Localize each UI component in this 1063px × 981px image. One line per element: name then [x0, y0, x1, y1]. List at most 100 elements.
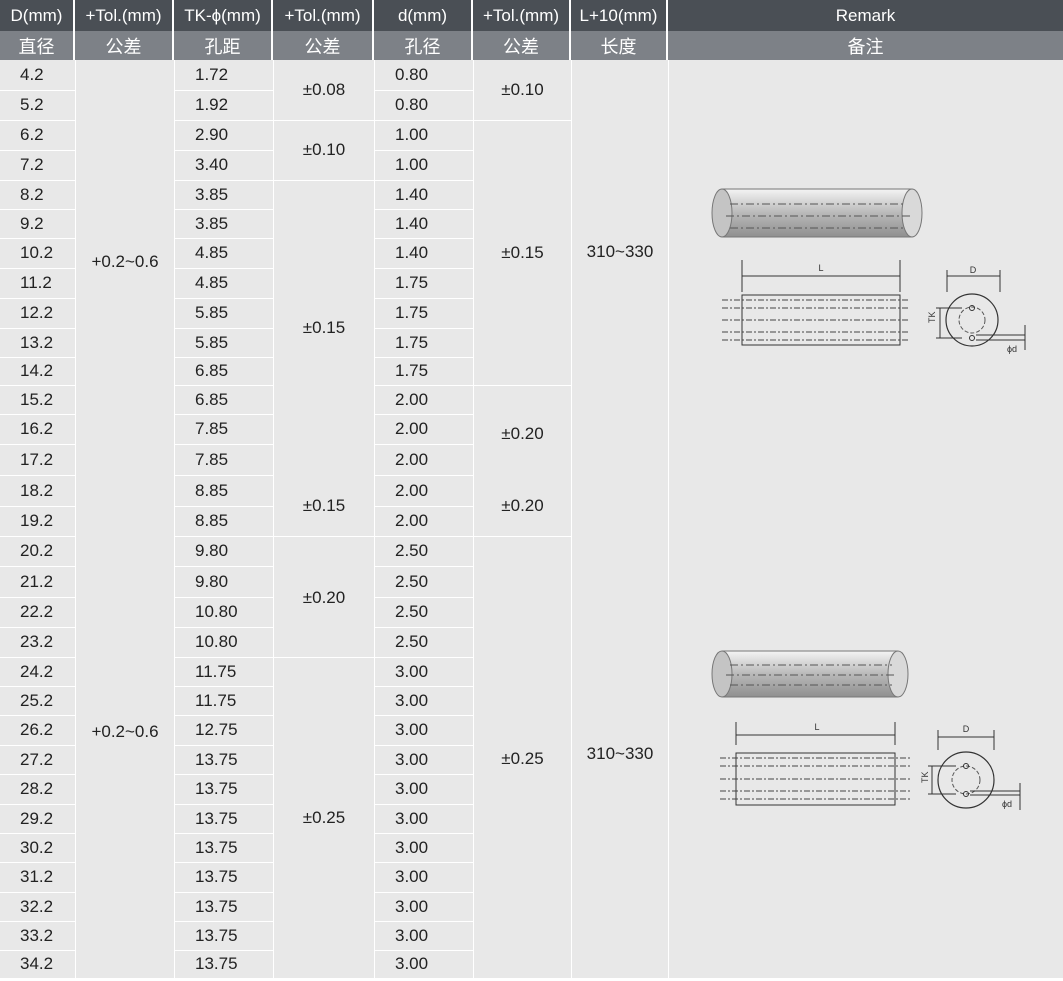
cell-hole-diameter: 1.75: [395, 332, 429, 352]
rod-end-view: D TK ϕd: [927, 265, 1026, 354]
cell-hole-diameter: 0.80: [395, 95, 429, 114]
cell-hole-diameter: 3.00: [395, 954, 429, 973]
cell-diameter: 18.2: [20, 480, 54, 500]
cell-hole-diameter: 1.75: [395, 273, 429, 292]
cell-hole-pitch: 13.75: [195, 749, 238, 769]
cell-hole-diameter: 2.00: [395, 449, 429, 469]
tol-d-group-1: +0.2~0.6: [91, 251, 159, 271]
header-hole-d: d(mm): [374, 0, 473, 31]
cell-hole-diameter: 1.75: [395, 361, 429, 380]
cell-hole-diameter: 3.00: [395, 867, 429, 886]
cell-diameter: 5.2: [20, 95, 44, 114]
cell-hole-pitch: 6.85: [195, 389, 229, 409]
cell-hole-pitch: 13.75: [195, 837, 238, 857]
header-zh-tol-hole-d: 公差: [473, 31, 571, 60]
cell-hole-diameter: 3.00: [395, 925, 429, 945]
length-group-2: 310~330: [586, 744, 654, 763]
cell-hole-pitch: 11.75: [195, 690, 237, 710]
cell-diameter: 11.2: [20, 273, 52, 292]
cell-hole-pitch: 11.75: [195, 661, 237, 681]
rod-side-view: L: [720, 722, 910, 806]
cell-hole-diameter: 2.50: [395, 571, 429, 591]
cell-diameter: 15.2: [20, 389, 54, 409]
cell-hole-diameter: 1.00: [395, 155, 429, 174]
cell-hole-pitch: 4.85: [195, 273, 229, 292]
header-zh-tol-tk: 公差: [273, 31, 374, 60]
tol-tk-group-6: ±0.25: [302, 807, 346, 827]
cell-hole-diameter: 3.00: [395, 749, 429, 769]
header-zh-hole-d: 孔径: [374, 31, 473, 60]
length-label: L: [818, 263, 823, 273]
length-group-1: 310~330: [586, 242, 654, 261]
header-tol-tk: +Tol.(mm): [273, 0, 374, 31]
cell-diameter: 7.2: [20, 155, 44, 174]
header-d: D(mm): [0, 0, 75, 31]
column-divider: [668, 60, 669, 978]
cell-hole-diameter: 0.80: [395, 65, 429, 84]
cell-diameter: 13.2: [20, 332, 54, 352]
header-row-en: D(mm) +Tol.(mm) TK-ϕ(mm) +Tol.(mm) d(mm)…: [0, 0, 1063, 31]
cell-hole-diameter: 3.00: [395, 720, 429, 739]
header-tol-hole-d: +Tol.(mm): [473, 0, 571, 31]
tol-tk-group-4: ±0.15: [302, 495, 346, 515]
spec-table: D(mm) +Tol.(mm) TK-ϕ(mm) +Tol.(mm) d(mm)…: [0, 0, 1063, 981]
hole-d-label: ϕd: [1002, 799, 1012, 809]
diameter-label: D: [970, 265, 977, 275]
cell-diameter: 20.2: [20, 541, 54, 560]
cell-hole-pitch: 13.75: [195, 808, 238, 828]
rod-3d-view: [711, 188, 923, 238]
cell-diameter: 6.2: [20, 125, 44, 144]
cell-diameter: 28.2: [20, 779, 54, 798]
rod-3d-view: [711, 650, 909, 698]
cell-hole-pitch: 13.75: [195, 867, 238, 886]
row-divider: [274, 536, 374, 537]
cell-diameter: 27.2: [20, 749, 54, 769]
rod-drawing-top: L D TK ϕd: [711, 188, 1026, 354]
cell-hole-diameter: 2.00: [395, 389, 429, 409]
cell-diameter: 26.2: [20, 720, 54, 739]
cell-hole-pitch: 7.85: [195, 449, 229, 469]
cell-diameter: 33.2: [20, 925, 54, 945]
row-divider: [474, 536, 571, 537]
cell-hole-pitch: 1.92: [195, 95, 229, 114]
cell-hole-pitch: 5.85: [195, 332, 229, 352]
cell-hole-diameter: 2.50: [395, 632, 429, 651]
header-zh-length: 长度: [571, 31, 668, 60]
cell-hole-pitch: 1.72: [195, 65, 229, 84]
cell-hole-pitch: 8.85: [195, 480, 229, 500]
header-zh-tol-d: 公差: [75, 31, 174, 60]
cell-hole-pitch: 9.80: [195, 541, 229, 560]
header-zh-tk: 孔距: [174, 31, 273, 60]
cell-hole-diameter: 2.00: [395, 480, 429, 500]
cell-diameter: 16.2: [20, 419, 54, 438]
rod-drawing-bottom: L D TK ϕd: [711, 650, 1021, 810]
cell-hole-pitch: 2.90: [195, 125, 229, 144]
cell-hole-diameter: 1.40: [395, 213, 429, 233]
tk-label: TK: [920, 771, 930, 783]
cell-hole-diameter: 3.00: [395, 661, 429, 681]
hole-d-label: ϕd: [1007, 344, 1017, 354]
cell-diameter: 25.2: [20, 690, 54, 710]
cell-hole-diameter: 3.00: [395, 837, 429, 857]
cell-hole-pitch: 9.80: [195, 571, 229, 591]
rod-end-view: D TK ϕd: [920, 724, 1021, 810]
cell-hole-diameter: 2.00: [395, 511, 429, 530]
header-tk: TK-ϕ(mm): [174, 0, 273, 31]
cell-diameter: 21.2: [20, 571, 54, 591]
tol-tk-group-3: ±0.15: [302, 317, 346, 337]
cell-hole-pitch: 8.85: [195, 511, 229, 530]
cell-hole-pitch: 13.75: [195, 925, 238, 945]
cell-diameter: 14.2: [20, 361, 54, 380]
cell-hole-pitch: 6.85: [195, 361, 229, 380]
tol-hole-d-group-3: ±0.20: [501, 424, 544, 443]
cell-hole-pitch: 4.85: [195, 243, 229, 262]
cell-hole-diameter: 2.00: [395, 419, 429, 438]
tol-hole-d-group-5: ±0.25: [501, 748, 544, 768]
cell-diameter: 9.2: [20, 213, 44, 233]
cell-hole-pitch: 12.75: [195, 720, 238, 739]
header-row-zh: 直径 公差 孔距 公差 孔径 公差 长度 备注: [0, 31, 1063, 60]
header-remark: Remark: [835, 5, 896, 25]
cell-diameter: 22.2: [20, 602, 54, 621]
cell-hole-diameter: 3.00: [395, 808, 429, 828]
cell-hole-pitch: 13.75: [195, 779, 238, 798]
